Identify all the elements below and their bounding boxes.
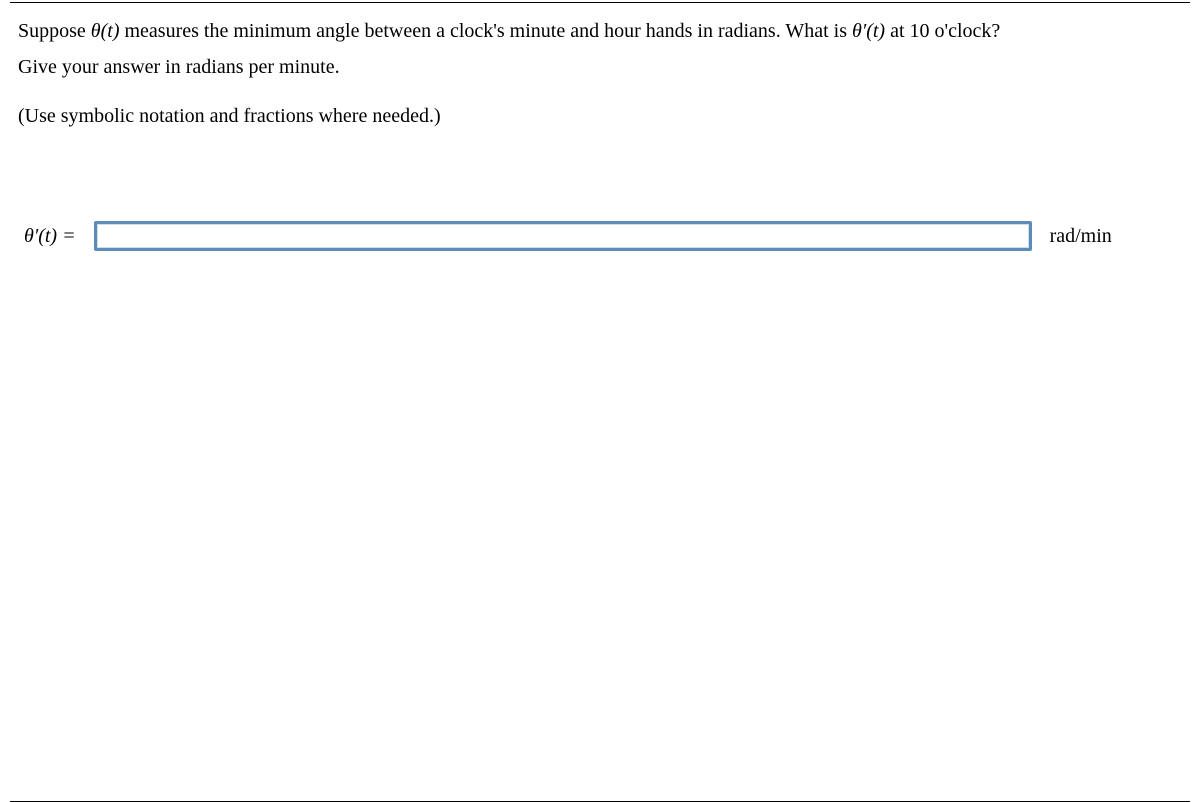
theta-prime-of-t: θ′(t) (852, 20, 885, 42)
answer-input[interactable] (94, 221, 1032, 251)
theta-of-t: θ(t) (91, 20, 120, 42)
unit-label: rad/min (1050, 225, 1112, 248)
text-prefix: Suppose (18, 20, 91, 42)
answer-row: θ′(t) = rad/min (18, 221, 1182, 251)
answer-label: θ′(t) = (24, 225, 76, 248)
text-mid: measures the minimum angle between a clo… (120, 20, 853, 42)
hint-text: (Use symbolic notation and fractions whe… (18, 101, 1182, 131)
question-line-1: Suppose θ(t) measures the minimum angle … (18, 15, 1182, 47)
question-line-2: Give your answer in radians per minute. (18, 51, 1182, 83)
problem-container: Suppose θ(t) measures the minimum angle … (10, 2, 1190, 802)
question-text: Suppose θ(t) measures the minimum angle … (18, 15, 1182, 83)
text-suffix: at 10 o'clock? (885, 20, 1000, 42)
